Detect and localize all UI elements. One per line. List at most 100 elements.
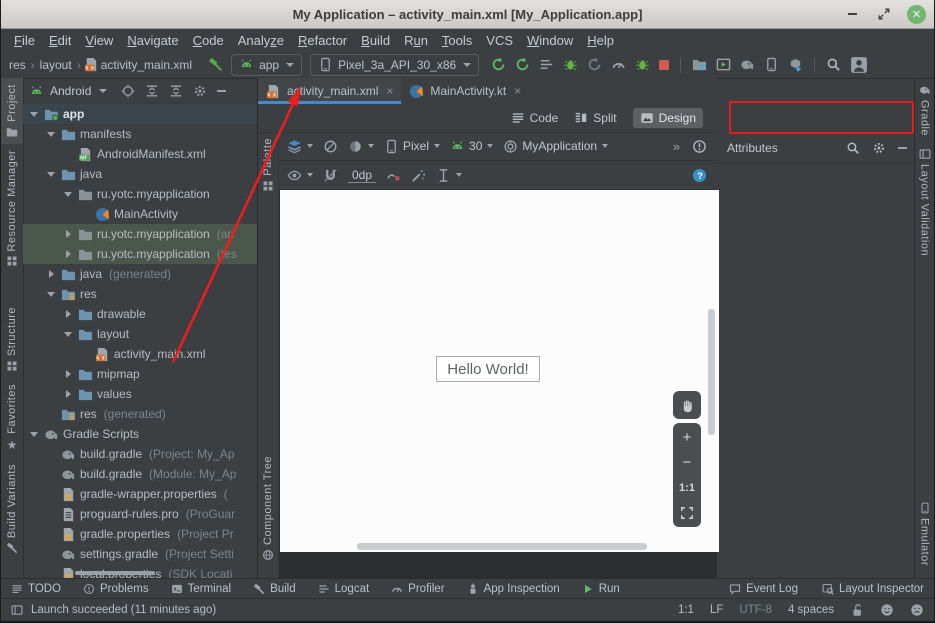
- menu-help[interactable]: Help: [580, 33, 621, 48]
- zoom-to-fit-button[interactable]: [673, 500, 701, 525]
- vertical-scrollbar[interactable]: [708, 309, 715, 435]
- frown-face-icon[interactable]: [910, 603, 924, 617]
- breadcrumb-layout[interactable]: layout: [38, 58, 74, 72]
- apply-changes-icon[interactable]: [515, 57, 530, 72]
- hide-panel-icon[interactable]: [217, 90, 226, 92]
- tab-activity-main-xml[interactable]: activity_main.xml ×: [258, 78, 401, 104]
- tree-item-java[interactable]: java: [23, 164, 257, 184]
- menu-navigate[interactable]: Navigate: [120, 33, 185, 48]
- terminal-button[interactable]: Terminal: [171, 583, 231, 595]
- tree-item-build-gradle-project[interactable]: build.gradle(Project: My_Ap: [23, 444, 257, 464]
- tab-mainactivity-kt[interactable]: MainActivity.kt ×: [401, 78, 529, 104]
- chevron-down-icon[interactable]: [46, 129, 57, 140]
- sidebar-item-build-variants[interactable]: Build Variants: [6, 458, 18, 560]
- run-tool-window-button[interactable]: Run: [582, 583, 620, 595]
- tree-item-java-generated[interactable]: java(generated): [23, 264, 257, 284]
- textview-hello-world[interactable]: Hello World!: [436, 356, 540, 382]
- tool-window-toggle-icon[interactable]: [11, 604, 23, 616]
- menu-analyze[interactable]: Analyze: [231, 33, 291, 48]
- infer-constraints-icon[interactable]: [411, 168, 426, 183]
- build-button[interactable]: Build: [253, 583, 296, 595]
- collapse-all-icon[interactable]: [169, 84, 183, 98]
- tree-item-res-generated[interactable]: res(generated): [23, 404, 257, 424]
- smiley-face-icon[interactable]: [880, 603, 894, 617]
- tree-item-settings-gradle[interactable]: settings.gradle(Project Setti: [23, 544, 257, 564]
- menu-run[interactable]: Run: [397, 33, 435, 48]
- pack-align-select[interactable]: [436, 168, 462, 183]
- running-devices-icon[interactable]: [716, 57, 731, 72]
- lock-icon[interactable]: [850, 603, 864, 617]
- breadcrumb-res[interactable]: res: [7, 58, 28, 72]
- tree-item-gradle-scripts[interactable]: Gradle Scripts: [23, 424, 257, 444]
- tree-item-drawable[interactable]: drawable: [23, 304, 257, 324]
- mode-split-button[interactable]: Split: [574, 111, 616, 125]
- api-version-select[interactable]: 30: [450, 139, 493, 154]
- design-surface-select[interactable]: [287, 139, 313, 154]
- chevron-right-icon[interactable]: [63, 309, 74, 320]
- problems-button[interactable]: Problems: [83, 583, 149, 595]
- chevron-right-icon[interactable]: [46, 269, 57, 280]
- attach-debugger-icon[interactable]: [635, 57, 650, 72]
- sidebar-item-resource-manager[interactable]: Resource Manager: [6, 144, 18, 274]
- device-file-explorer-icon[interactable]: [692, 57, 707, 72]
- default-margin-select[interactable]: 0dp: [348, 168, 376, 183]
- layout-inspector-button[interactable]: Layout Inspector: [822, 583, 924, 595]
- breadcrumb-file[interactable]: activity_main.xml: [99, 58, 194, 72]
- restore-button[interactable]: [875, 5, 893, 23]
- tree-item-mipmap[interactable]: mipmap: [23, 364, 257, 384]
- menu-vcs[interactable]: VCS: [479, 33, 520, 48]
- device-select[interactable]: Pixel_3a_API_30_x86: [310, 54, 479, 76]
- profile-icon[interactable]: [587, 57, 602, 72]
- avd-manager-icon[interactable]: [764, 57, 779, 72]
- device-for-preview-select[interactable]: Pixel: [384, 139, 440, 154]
- todo-button[interactable]: TODO: [11, 583, 61, 595]
- overflow-chevron[interactable]: »: [673, 139, 680, 154]
- close-button[interactable]: ✕: [907, 5, 926, 24]
- clear-constraints-icon[interactable]: [386, 168, 401, 183]
- tree-item-app[interactable]: app: [23, 104, 257, 124]
- gear-icon[interactable]: [193, 84, 207, 98]
- sdk-manager-icon[interactable]: [788, 57, 803, 72]
- sidebar-item-emulator[interactable]: Emulator: [919, 496, 931, 572]
- line-separator[interactable]: LF: [710, 604, 723, 616]
- chevron-down-icon[interactable]: [29, 429, 40, 440]
- indent-setting[interactable]: 4 spaces: [788, 604, 834, 616]
- chevron-right-icon[interactable]: [63, 369, 74, 380]
- debug-icon[interactable]: [563, 57, 578, 72]
- search-icon[interactable]: [846, 141, 860, 155]
- tree-item-activity-main-xml[interactable]: activity_main.xml: [23, 344, 257, 364]
- sidebar-item-layout-validation[interactable]: Layout Validation: [919, 142, 931, 262]
- profiler-gauge-icon[interactable]: [611, 57, 626, 72]
- mode-code-button[interactable]: Code: [511, 111, 559, 125]
- sidebar-item-structure[interactable]: Structure: [6, 301, 18, 378]
- tree-item-proguard-rules[interactable]: proguard-rules.pro(ProGuar: [23, 504, 257, 524]
- tree-item-androidmanifest[interactable]: AndroidManifest.xml: [23, 144, 257, 164]
- tree-item-values[interactable]: values: [23, 384, 257, 404]
- run-icon[interactable]: [491, 57, 506, 72]
- horizontal-scrollbar[interactable]: [357, 543, 647, 550]
- menu-build[interactable]: Build: [354, 33, 397, 48]
- close-icon[interactable]: ×: [386, 84, 393, 98]
- expand-all-icon[interactable]: [145, 84, 159, 98]
- chevron-down-icon[interactable]: [46, 289, 57, 300]
- file-encoding[interactable]: UTF-8: [739, 604, 772, 616]
- stop-icon[interactable]: [659, 60, 669, 70]
- menu-refactor[interactable]: Refactor: [291, 33, 354, 48]
- chevron-right-icon[interactable]: [63, 229, 74, 240]
- tree-item-gradle-properties[interactable]: gradle.properties(Project Pr: [23, 524, 257, 544]
- event-log-button[interactable]: Event Log: [729, 583, 798, 595]
- sidebar-item-project[interactable]: Project: [1, 78, 23, 144]
- zoom-reset-button[interactable]: 1:1: [673, 475, 701, 500]
- menu-window[interactable]: Window: [520, 33, 580, 48]
- view-options-select[interactable]: [287, 168, 313, 183]
- chevron-down-icon[interactable]: [29, 109, 40, 120]
- profiler-button[interactable]: Profiler: [391, 583, 444, 595]
- autoconnect-icon[interactable]: [323, 168, 338, 183]
- build-hammer-icon[interactable]: [208, 57, 223, 72]
- zoom-in-button[interactable]: +: [673, 425, 701, 450]
- gradle-sync-icon[interactable]: [740, 57, 755, 72]
- chevron-down-icon[interactable]: [46, 169, 57, 180]
- tree-item-build-gradle-module[interactable]: build.gradle(Module: My_Ap: [23, 464, 257, 484]
- theme-select[interactable]: MyApplication: [503, 139, 608, 154]
- tree-item-package-test[interactable]: ru.yotc.myapplication(tes: [23, 244, 257, 264]
